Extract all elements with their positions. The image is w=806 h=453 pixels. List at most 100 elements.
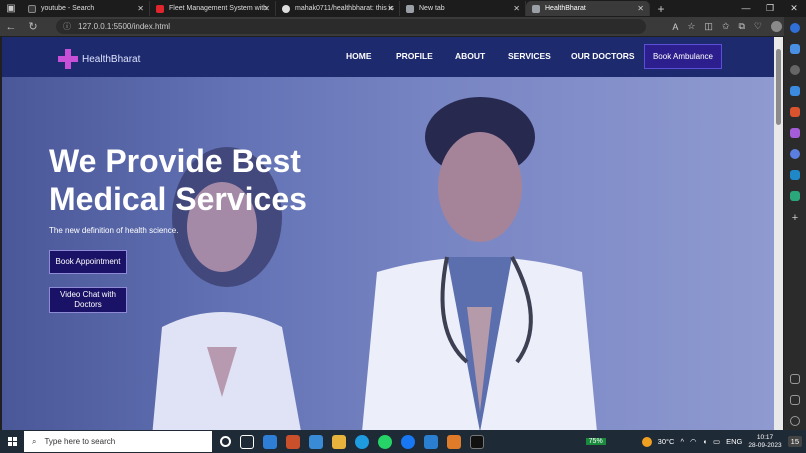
back-icon[interactable]: ← bbox=[0, 21, 22, 33]
vscode-icon[interactable] bbox=[424, 434, 438, 449]
windows-logo-icon bbox=[7, 437, 17, 446]
chevron-up-icon[interactable]: ^ bbox=[680, 437, 684, 446]
send-icon[interactable] bbox=[790, 191, 800, 201]
network-icon[interactable]: ◠ bbox=[690, 437, 697, 446]
whatsapp-icon[interactable] bbox=[378, 434, 392, 449]
scrollbar-thumb[interactable] bbox=[776, 49, 781, 125]
info-icon: ⓘ bbox=[63, 22, 71, 31]
favorite-star-icon[interactable]: ☆ bbox=[687, 21, 695, 32]
tools-icon[interactable] bbox=[790, 107, 800, 117]
file-explorer-icon[interactable] bbox=[332, 434, 346, 449]
nav-home[interactable]: HOME bbox=[346, 51, 372, 61]
games-icon[interactable] bbox=[790, 128, 800, 138]
book-appointment-button[interactable]: Book Appointment bbox=[49, 250, 127, 274]
clock[interactable]: 10:17 28-09-2023 bbox=[748, 434, 781, 450]
nav-about[interactable]: ABOUT bbox=[455, 51, 485, 61]
video-chat-button[interactable]: Video Chat with Doctors bbox=[49, 287, 127, 313]
read-aloud-icon[interactable]: A bbox=[672, 22, 678, 32]
close-tab-icon[interactable]: ✕ bbox=[263, 4, 270, 13]
edge-icon[interactable] bbox=[355, 434, 369, 449]
tab-actions-icon[interactable]: ▣ bbox=[0, 0, 22, 17]
browser-sidebar: + bbox=[784, 17, 806, 430]
tab-new-tab[interactable]: New tab ✕ bbox=[400, 1, 526, 16]
tab-fleet-management[interactable]: Fleet Management System with ✕ bbox=[150, 1, 276, 16]
settings-gear-icon[interactable] bbox=[790, 416, 800, 426]
browser-tab-bar: ▣ youtube - Search ✕ Fleet Management Sy… bbox=[0, 0, 806, 17]
split-screen-icon[interactable]: ◫ bbox=[704, 21, 713, 32]
app-icon[interactable] bbox=[447, 434, 461, 449]
office-icon[interactable] bbox=[790, 149, 800, 159]
task-view-icon[interactable] bbox=[240, 434, 254, 449]
browser-essentials-icon[interactable]: ♡ bbox=[754, 21, 762, 32]
male-doctor-image bbox=[362, 97, 597, 430]
cortana-icon[interactable] bbox=[220, 436, 231, 447]
refresh-icon[interactable]: ↻ bbox=[22, 20, 44, 33]
taskbar-search-input[interactable]: ⌕ Type here to search bbox=[24, 431, 212, 452]
site-navbar: HealthBharat HOME PROFILE ABOUT SERVICES… bbox=[2, 37, 774, 77]
external-link-icon[interactable] bbox=[790, 395, 800, 405]
clock-time: 10:17 bbox=[756, 433, 774, 441]
tab-title: Fleet Management System with bbox=[169, 5, 268, 12]
clock-date: 28-09-2023 bbox=[748, 441, 782, 449]
weather-icon[interactable] bbox=[641, 436, 652, 447]
github-favicon-icon bbox=[282, 4, 290, 13]
search-icon: ⌕ bbox=[32, 436, 37, 446]
nav-our-doctors[interactable]: OUR DOCTORS bbox=[571, 51, 635, 61]
office-app-icon[interactable] bbox=[286, 434, 300, 449]
hero-title: We Provide Best Medical Services bbox=[49, 143, 307, 217]
copilot-icon[interactable] bbox=[790, 23, 800, 33]
web-page: HealthBharat HOME PROFILE ABOUT SERVICES… bbox=[2, 37, 774, 430]
minimize-icon[interactable]: — bbox=[734, 0, 758, 17]
tab-healthbharat[interactable]: HealthBharat ✕ bbox=[526, 1, 650, 16]
window-controls: — ❐ ✕ bbox=[734, 0, 806, 17]
l-app-icon[interactable] bbox=[309, 434, 323, 449]
medical-cross-icon bbox=[58, 49, 78, 69]
facebook-icon[interactable] bbox=[401, 434, 415, 449]
start-button[interactable] bbox=[0, 437, 24, 446]
language-indicator[interactable]: ENG bbox=[726, 437, 742, 446]
battery-badge: 75% bbox=[585, 438, 606, 445]
sidebar-toggle-icon[interactable] bbox=[790, 374, 800, 384]
nav-profile[interactable]: PROFILE bbox=[396, 51, 433, 61]
browser-toolbar: A ☆ ◫ ✩ ⧉ ♡ ⋯ bbox=[672, 17, 800, 36]
nav-services[interactable]: SERVICES bbox=[508, 51, 551, 61]
tab-title: New tab bbox=[419, 5, 445, 12]
collections-icon[interactable]: ⧉ bbox=[738, 21, 744, 32]
system-tray: 75% 30°C ^ ◠ ◖ ▭ ENG 10:17 28-09-2023 15 bbox=[585, 430, 802, 453]
tab-github[interactable]: mahak0711/healthbharat: this is ✕ bbox=[276, 1, 400, 16]
site-logo[interactable]: HealthBharat bbox=[58, 49, 140, 69]
page-favicon-icon bbox=[532, 4, 540, 13]
tab-title: youtube - Search bbox=[41, 5, 95, 12]
search-icon[interactable] bbox=[790, 65, 800, 75]
add-icon[interactable]: + bbox=[790, 213, 800, 224]
logo-text: HealthBharat bbox=[82, 53, 141, 65]
search-favicon-icon bbox=[28, 4, 36, 13]
page-scrollbar[interactable] bbox=[774, 37, 783, 430]
close-tab-icon[interactable]: ✕ bbox=[513, 4, 520, 13]
new-tab-icon[interactable]: + bbox=[650, 0, 672, 17]
notifications-badge[interactable]: 15 bbox=[787, 436, 802, 447]
profile-avatar-icon[interactable] bbox=[771, 21, 782, 32]
hero-subtitle: The new definition of health science. bbox=[49, 226, 179, 235]
maximize-icon[interactable]: ❐ bbox=[758, 0, 782, 17]
tab-youtube-search[interactable]: youtube - Search ✕ bbox=[22, 1, 150, 16]
close-window-icon[interactable]: ✕ bbox=[782, 0, 806, 17]
battery-icon[interactable]: ▭ bbox=[713, 437, 720, 446]
favorites-icon[interactable]: ✩ bbox=[722, 21, 730, 32]
close-tab-icon[interactable]: ✕ bbox=[137, 4, 144, 13]
close-tab-icon[interactable]: ✕ bbox=[387, 4, 394, 13]
mail-icon[interactable] bbox=[263, 434, 277, 449]
search-placeholder: Type here to search bbox=[44, 437, 116, 446]
outlook-icon[interactable] bbox=[790, 170, 800, 180]
url-text: 127.0.0.1:5500/index.html bbox=[78, 22, 171, 31]
volume-icon[interactable]: ◖ bbox=[703, 437, 708, 446]
shopping-icon[interactable] bbox=[790, 44, 800, 54]
windows-taskbar: ⌕ Type here to search 75% 30°C ^ ◠ ◖ ▭ E… bbox=[0, 430, 806, 453]
youtube-favicon-icon bbox=[156, 4, 164, 13]
book-ambulance-button[interactable]: Book Ambulance bbox=[644, 44, 722, 69]
temperature[interactable]: 30°C bbox=[658, 437, 675, 446]
terminal-icon[interactable] bbox=[470, 434, 484, 449]
tag-icon[interactable] bbox=[790, 86, 800, 96]
url-input[interactable]: ⓘ 127.0.0.1:5500/index.html bbox=[56, 19, 646, 34]
close-tab-icon[interactable]: ✕ bbox=[637, 4, 644, 13]
